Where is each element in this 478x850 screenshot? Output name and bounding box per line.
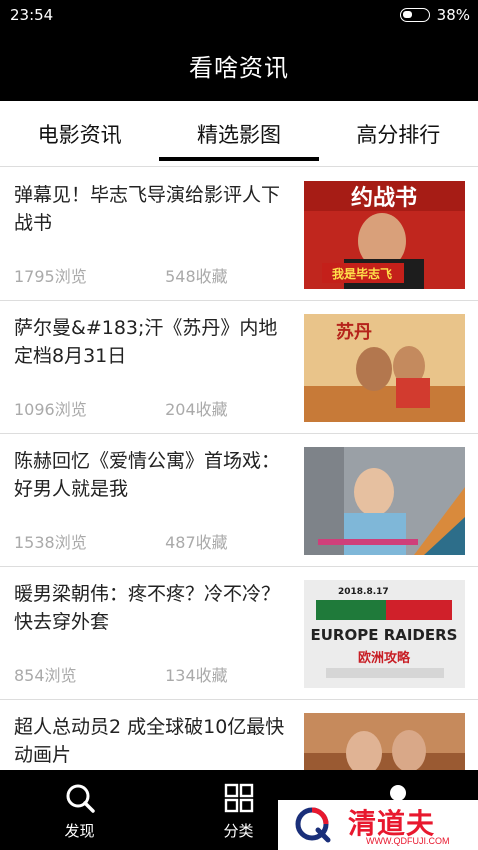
news-meta: 854浏览 134收藏	[14, 662, 228, 686]
thumbnail-caption: EUROPE RAIDERS	[311, 626, 458, 644]
view-count: 854浏览	[14, 666, 77, 685]
logo-icon	[295, 807, 331, 843]
news-thumbnail	[304, 713, 465, 770]
news-title: 超人总动员2 成全球破10亿最快动画片	[14, 716, 285, 766]
tab-top-rated[interactable]: 高分排行	[319, 101, 478, 166]
view-count: 1538浏览	[14, 533, 87, 552]
favorite-count: 487收藏	[165, 533, 228, 552]
page-title: 看啥资讯	[0, 30, 478, 101]
status-bar: 23:54 38%	[0, 0, 478, 30]
favorite-count: 548收藏	[165, 267, 228, 286]
thumbnail-caption: 苏丹	[336, 321, 372, 343]
news-thumbnail	[304, 447, 465, 555]
list-item[interactable]: 萨尔曼&#183;汗《苏丹》内地定档8月31日 1096浏览 204收藏 苏丹	[0, 301, 478, 434]
news-meta: 1096浏览 204收藏	[14, 396, 228, 420]
news-title: 萨尔曼&#183;汗《苏丹》内地定档8月31日	[14, 317, 278, 367]
news-thumbnail: 2018.8.17 EUROPE RAIDERS 欧洲攻略	[304, 580, 465, 688]
tab-featured-stills[interactable]: 精选影图	[159, 101, 319, 166]
list-item[interactable]: 暖男梁朝伟：疼不疼？冷不冷？快去穿外套 854浏览 134收藏 2018.8.1…	[0, 567, 478, 700]
grid-icon	[224, 783, 253, 813]
news-list: 弹幕见！毕志飞导演给影评人下战书 1795浏览 548收藏 约战书 我是毕志飞 …	[0, 168, 478, 770]
search-icon	[66, 784, 95, 813]
thumbnail-caption: 约战书	[351, 185, 417, 211]
thumbnail-subtitle: 欧洲攻略	[358, 650, 411, 666]
news-meta: 1795浏览 548收藏	[14, 263, 228, 287]
favorite-count: 204收藏	[165, 400, 228, 419]
watermark-url: WWW.QDFUJI.COM	[366, 836, 450, 846]
news-title: 弹幕见！毕志飞导演给影评人下战书	[14, 184, 281, 234]
status-time: 23:54	[10, 6, 54, 24]
thumbnail-date: 2018.8.17	[338, 587, 389, 597]
tab-bar: 电影资讯 精选影图 高分排行	[0, 101, 478, 167]
news-thumbnail: 苏丹	[304, 314, 465, 422]
news-meta: 1538浏览 487收藏	[14, 529, 228, 553]
tab-movie-news[interactable]: 电影资讯	[0, 101, 159, 166]
list-item[interactable]: 陈赫回忆《爱情公寓》首场戏：好男人就是我 1538浏览 487收藏	[0, 434, 478, 567]
news-title: 陈赫回忆《爱情公寓》首场戏：好男人就是我	[14, 450, 281, 500]
list-item[interactable]: 弹幕见！毕志飞导演给影评人下战书 1795浏览 548收藏 约战书 我是毕志飞	[0, 168, 478, 301]
favorite-count: 134收藏	[165, 666, 228, 685]
view-count: 1096浏览	[14, 400, 87, 419]
news-title: 暖男梁朝伟：疼不疼？冷不冷？快去穿外套	[14, 583, 281, 633]
watermark-logo: 清道夫 WWW.QDFUJI.COM	[278, 800, 478, 850]
view-count: 1795浏览	[14, 267, 87, 286]
nav-discover[interactable]: 发现	[0, 770, 159, 850]
list-item[interactable]: 超人总动员2 成全球破10亿最快动画片	[0, 700, 478, 770]
battery-icon	[400, 8, 430, 22]
battery-percentage: 38%	[436, 6, 470, 24]
news-thumbnail: 约战书 我是毕志飞	[304, 181, 465, 289]
thumbnail-subtitle: 我是毕志飞	[332, 266, 392, 281]
nav-label: 发现	[64, 822, 95, 840]
nav-label: 分类	[223, 822, 254, 840]
